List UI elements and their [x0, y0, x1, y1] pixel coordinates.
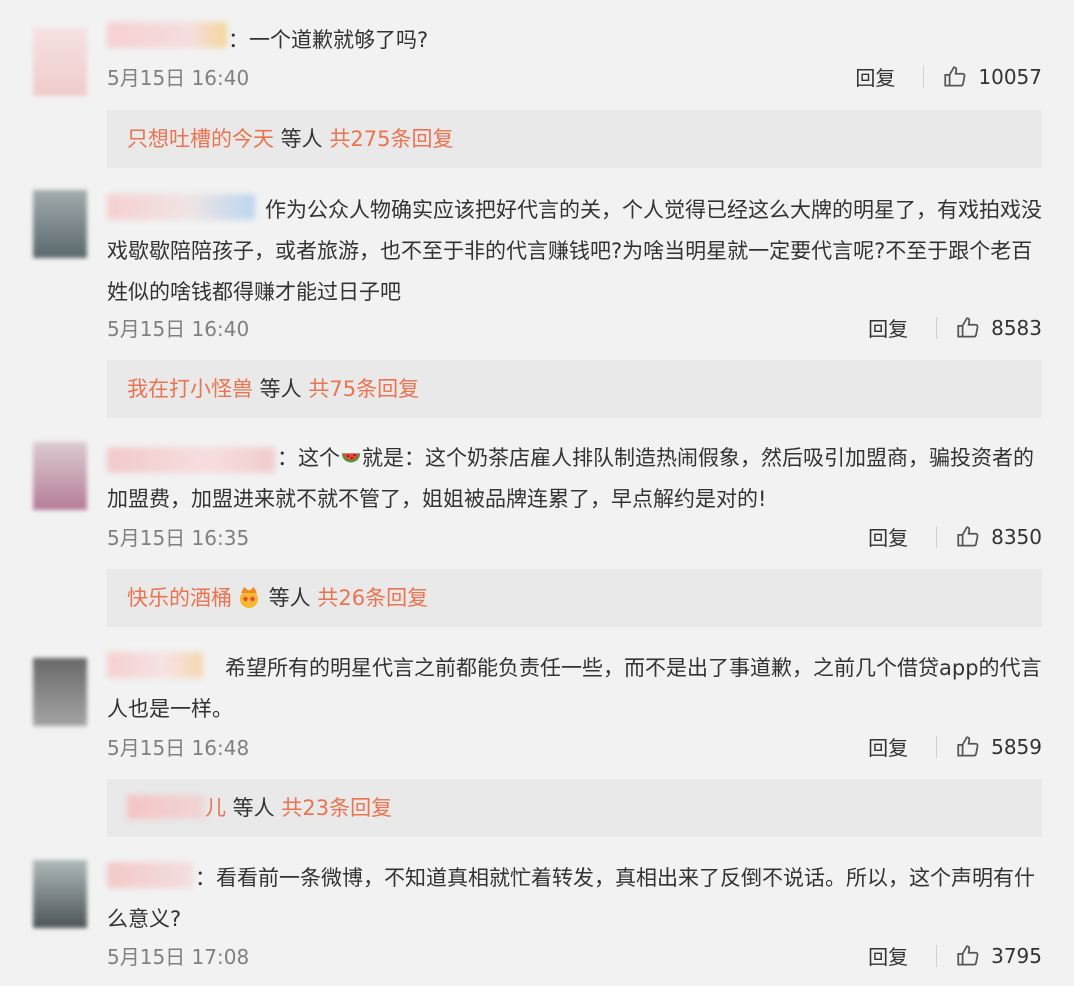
- reply-total[interactable]: 共275条回复: [329, 127, 453, 151]
- like-count: 3795: [991, 943, 1042, 968]
- comment-meta: 5月15日 16:40 回复 8583: [107, 313, 1042, 343]
- crown-emoji: [240, 587, 258, 608]
- reply-total[interactable]: 共23条回复: [281, 796, 392, 820]
- like-count: 8583: [991, 315, 1042, 340]
- thumbs-up-icon[interactable]: [955, 734, 981, 760]
- comment-time: 5月15日 16:35: [107, 526, 250, 550]
- comment-text: 作为公众人物确实应该把好代言的关，个人觉得已经这么大牌的明星了，有戏拍戏没戏歇歇…: [107, 198, 1042, 304]
- reply-total[interactable]: 共75条回复: [308, 377, 419, 401]
- username-blurred[interactable]: [107, 22, 227, 48]
- comment-meta: 5月15日 16:40 回复 10057: [107, 62, 1042, 92]
- divider: [936, 735, 938, 758]
- comment-time: 5月15日 16:48: [107, 736, 250, 760]
- avatar[interactable]: [33, 442, 87, 510]
- reply-summary[interactable]: 快乐的酒桶 等人 共26条回复: [107, 569, 1042, 627]
- like-count: 8350: [991, 524, 1042, 549]
- thumbs-up-icon[interactable]: [942, 64, 968, 90]
- avatar[interactable]: [33, 28, 87, 96]
- avatar[interactable]: [33, 190, 87, 258]
- like-count: 10057: [978, 64, 1042, 89]
- divider: [923, 65, 925, 88]
- comment-item: ：一个道歉就够了吗? 5月15日 16:40 回复 10057 只想吐槽的今天 …: [0, 0, 1074, 180]
- reply-users-blurred[interactable]: [127, 795, 205, 819]
- reply-button[interactable]: 回复: [868, 313, 908, 342]
- avatar[interactable]: [33, 658, 87, 726]
- reply-users[interactable]: 快乐的酒桶: [127, 586, 232, 610]
- comment-time: 5月15日 17:08: [107, 945, 250, 969]
- reply-summary[interactable]: 儿 等人 共23条回复: [107, 779, 1042, 837]
- reply-users[interactable]: 我在打小怪兽: [127, 377, 253, 401]
- divider: [936, 316, 938, 339]
- reply-mid-text: 等人: [274, 127, 330, 151]
- thumbs-up-icon[interactable]: [955, 943, 981, 969]
- comment-text: 希望所有的明星代言之前都能负责任一些，而不是出了事道歉，之前几个借贷app的代言…: [107, 656, 1042, 721]
- comment-meta: 5月15日 16:48 回复 5859: [107, 732, 1042, 762]
- divider: [936, 944, 938, 967]
- reply-mid-text: 等人: [226, 796, 282, 820]
- reply-summary[interactable]: 我在打小怪兽 等人 共75条回复: [107, 360, 1042, 418]
- comment-item: 希望所有的明星代言之前都能负责任一些，而不是出了事道歉，之前几个借贷app的代言…: [0, 640, 1074, 840]
- reply-summary[interactable]: 只想吐槽的今天 等人 共275条回复: [107, 110, 1042, 168]
- comment-meta: 5月15日 16:35 回复 8350: [107, 522, 1042, 552]
- reply-total[interactable]: 共26条回复: [317, 586, 428, 610]
- reply-users[interactable]: 儿: [205, 796, 226, 820]
- reply-mid-text: 等人: [262, 586, 318, 610]
- comment-item: ：这个 就是：这个奶茶店雇人排队制造热闹假象，然后吸引加盟商，骗投资者的加盟费，…: [0, 430, 1074, 640]
- comment-text-part: 就是：这个奶茶店雇人排队制造热闹假象，然后吸引加盟商，骗投资者的加盟费，加盟进来…: [107, 446, 1034, 511]
- reply-button[interactable]: 回复: [868, 522, 908, 551]
- reply-button[interactable]: 回复: [868, 732, 908, 761]
- thumbs-up-icon[interactable]: [955, 315, 981, 341]
- divider: [936, 525, 938, 548]
- comment-time: 5月15日 16:40: [107, 317, 250, 341]
- reply-button[interactable]: 回复: [855, 62, 895, 91]
- comment-text: ：看看前一条微博，不知道真相就忙着转发，真相出来了反倒不说话。所以，这个声明有什…: [107, 866, 1035, 931]
- comment-text-part: ：这个: [277, 446, 340, 470]
- watermelon-emoji: [341, 453, 361, 463]
- reply-mid-text: 等人: [253, 377, 309, 401]
- comment-meta: 5月15日 17:08 回复 3795: [107, 941, 1042, 971]
- comment-time: 5月15日 16:40: [107, 66, 250, 90]
- comment-item: 作为公众人物确实应该把好代言的关，个人觉得已经这么大牌的明星了，有戏拍戏没戏歇歇…: [0, 180, 1074, 430]
- comment-text: ：这个 就是：这个奶茶店雇人排队制造热闹假象，然后吸引加盟商，骗投资者的加盟费，…: [107, 438, 1042, 520]
- comment-item: ：看看前一条微博，不知道真相就忙着转发，真相出来了反倒不说话。所以，这个声明有什…: [0, 840, 1074, 986]
- thumbs-up-icon[interactable]: [955, 524, 981, 550]
- comment-text: ：一个道歉就够了吗?: [228, 28, 429, 52]
- like-count: 5859: [991, 734, 1042, 759]
- reply-button[interactable]: 回复: [868, 941, 908, 970]
- avatar[interactable]: [33, 860, 87, 928]
- reply-users[interactable]: 只想吐槽的今天: [127, 127, 274, 151]
